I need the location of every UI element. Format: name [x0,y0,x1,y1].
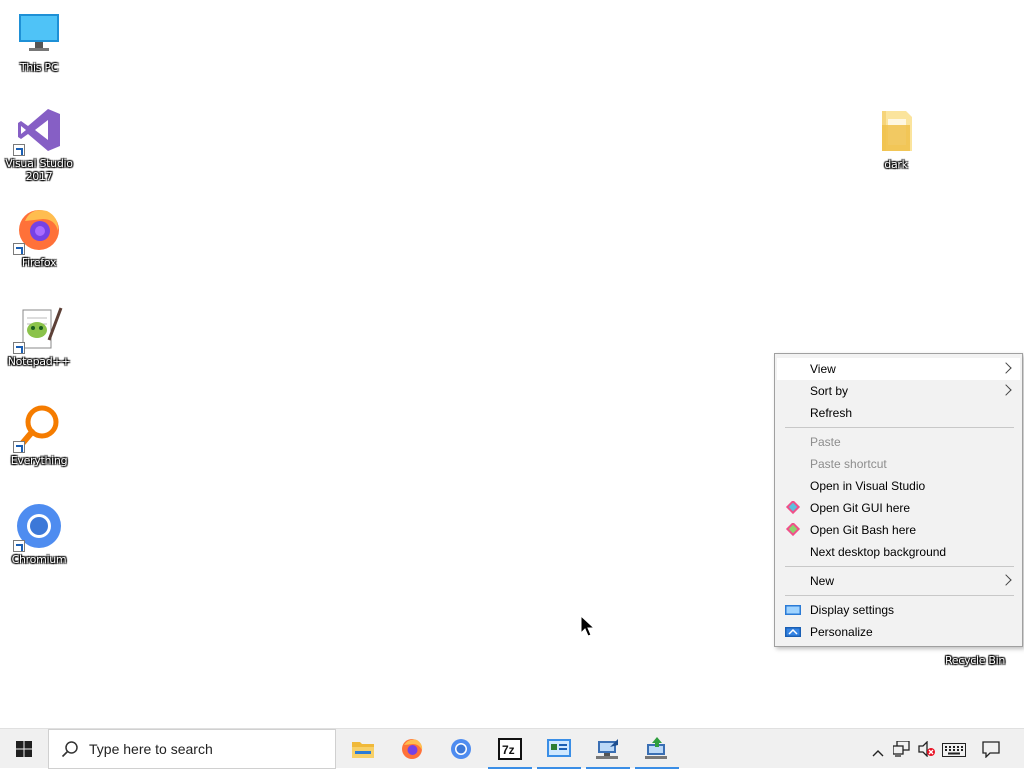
menu-item-label: Open in Visual Studio [810,479,926,493]
start-button[interactable] [0,729,48,769]
desktop-icon-label: Recycle Bin [944,654,1006,667]
menu-item-new[interactable]: New [777,570,1020,592]
system-tray [866,729,1024,769]
menu-item-label: Display settings [810,603,895,617]
windows-logo-icon [16,741,32,761]
chevron-right-icon [1000,574,1012,586]
desktop-icon-recycle-bin[interactable]: Recycle Bin [937,654,1013,667]
taskbar-file-explorer[interactable] [338,729,386,769]
keyboard-icon[interactable] [942,742,966,761]
git-icon [785,521,801,537]
chromium-icon [450,738,472,764]
chevron-right-icon [1000,362,1012,374]
desktop-icon-label: Firefox [21,256,57,269]
control-panel-icon [547,738,571,764]
menu-item-label: Open Git GUI here [810,501,911,515]
menu-item-label: Personalize [810,625,873,639]
everything-icon [13,403,63,453]
menu-item-personalize[interactable]: Personalize [777,621,1020,643]
desktop-icon-everything[interactable]: Everything [1,403,77,467]
menu-separator [785,595,1014,596]
desktop-icon-notepad-plus-plus[interactable]: Notepad++ [1,304,77,368]
menu-item-view[interactable]: View [777,358,1020,380]
menu-item-open-in-visual-studio[interactable]: Open in Visual Studio [777,475,1020,497]
shortcut-arrow-icon [13,243,25,255]
menu-item-label: Sort by [810,384,849,398]
menu-item-sort-by[interactable]: Sort by [777,380,1020,402]
svg-text:7z: 7z [502,743,515,757]
desktop-icon-label: Visual Studio 2017 [5,157,73,183]
mouse-cursor-icon [580,614,598,643]
search-placeholder: Type here to search [89,741,213,757]
taskbar: Type here to search 7z [0,728,1024,769]
desktop-icon-label: This PC [19,61,59,74]
taskbar-network-upload[interactable] [633,729,681,769]
chevron-up-icon[interactable] [872,743,884,762]
menu-item-label: Next desktop background [810,545,947,559]
desktop-icon-chromium[interactable]: Chromium [1,502,77,566]
this-pc-icon [15,10,63,58]
folder-icon [872,107,920,155]
shortcut-arrow-icon [13,144,25,156]
menu-item-label: New [810,574,835,588]
network-upload-icon [645,737,669,765]
firefox-icon [401,738,423,764]
desktop-icon-label: Notepad++ [7,355,71,368]
menu-item-label: Paste [810,435,841,449]
shortcut-arrow-icon [13,540,25,552]
menu-separator [785,566,1014,567]
desktop-icon-label: Everything [10,454,68,467]
volume-muted-icon[interactable] [918,740,936,761]
menu-item-next-desktop-background[interactable]: Next desktop background [777,541,1020,563]
search-icon [61,740,79,761]
desktop-icon-visual-studio[interactable]: Visual Studio 2017 [1,106,77,183]
menu-separator [785,427,1014,428]
taskbar-firefox[interactable] [388,729,436,769]
network-tool-icon [596,737,620,765]
taskbar-control-panel[interactable] [535,729,583,769]
menu-item-display-settings[interactable]: Display settings [777,599,1020,621]
desktop-icon-label: Chromium [11,553,67,566]
notepad-plus-plus-icon [13,304,63,354]
menu-item-refresh[interactable]: Refresh [777,402,1020,424]
desktop-icon-this-pc[interactable]: This PC [1,10,77,74]
menu-item-paste-shortcut[interactable]: Paste shortcut [777,453,1020,475]
display-icon [785,603,801,617]
menu-item-label: View [810,362,836,376]
menu-item-open-git-gui[interactable]: Open Git GUI here [777,497,1020,519]
desktop-icon-firefox[interactable]: Firefox [1,205,77,269]
menu-item-paste[interactable]: Paste [777,431,1020,453]
taskbar-7zip[interactable]: 7z [486,729,534,769]
chromium-icon [13,502,63,552]
shortcut-arrow-icon [13,441,25,453]
desktop-context-menu: View Sort by Refresh Paste Paste shortcu… [774,353,1023,647]
menu-item-label: Refresh [810,406,853,420]
taskbar-search-box[interactable]: Type here to search [48,729,336,769]
menu-item-label: Paste shortcut [810,457,887,471]
taskbar-network-tool[interactable] [584,729,632,769]
desktop-icon-dark-folder[interactable]: dark [858,107,934,171]
menu-item-open-git-bash[interactable]: Open Git Bash here [777,519,1020,541]
desktop-icon-label: dark [884,158,908,171]
notification-icon[interactable] [982,741,1000,762]
shortcut-arrow-icon [13,342,25,354]
firefox-icon [13,205,63,255]
taskbar-chromium[interactable] [437,729,485,769]
git-icon [785,499,801,515]
menu-item-label: Open Git Bash here [810,523,917,537]
7zip-icon: 7z [498,738,522,764]
chevron-right-icon [1000,384,1012,396]
visual-studio-icon [13,106,63,156]
personalize-icon [785,625,801,639]
file-explorer-icon [352,739,374,763]
network-icon[interactable] [892,740,911,761]
